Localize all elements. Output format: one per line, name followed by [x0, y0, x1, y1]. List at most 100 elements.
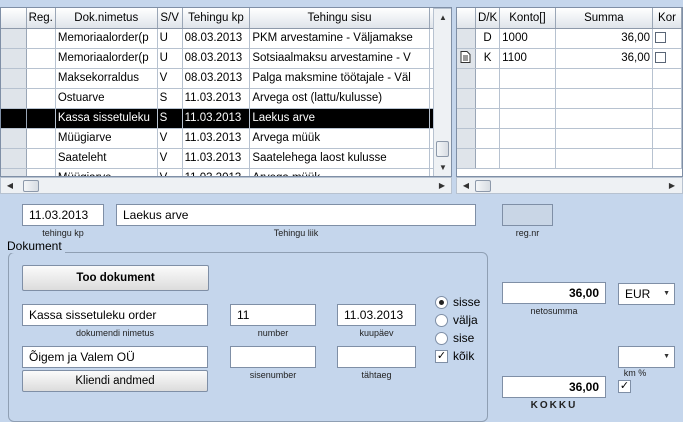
col-header-date[interactable]: Tehingu kp [182, 8, 251, 29]
scroll-right-icon[interactable]: ▶ [435, 179, 449, 193]
transaction-date-field[interactable]: 11.03.2013 [22, 204, 104, 226]
cell-sv[interactable]: V [157, 68, 183, 89]
cell-content[interactable]: Arvega ost (lattu/kulusse) [249, 88, 430, 109]
row-indicator[interactable] [1, 128, 27, 149]
scroll-left-icon[interactable]: ◀ [3, 179, 17, 193]
cell-reg[interactable] [26, 128, 56, 149]
client-field[interactable]: Õigem ja Valem OÜ [22, 346, 208, 368]
col-header-kor[interactable]: Kor [652, 8, 682, 29]
scroll-down-icon[interactable]: ▼ [436, 161, 450, 175]
transaction-type-field[interactable]: Laekus arve [116, 204, 476, 226]
entries-hscroll-thumb[interactable] [475, 180, 491, 192]
table-row[interactable]: MüügiarveV11.03.2013Arvega müük [1, 128, 451, 149]
row-indicator[interactable] [1, 168, 27, 176]
row-indicator[interactable] [1, 108, 27, 129]
all-checkbox[interactable]: ✓ [435, 350, 448, 363]
col-header-reg[interactable]: Reg. [26, 8, 56, 29]
transactions-vscroll[interactable]: ▲ ▼ [433, 8, 451, 176]
cell-dk[interactable]: D [475, 28, 501, 49]
transactions-grid[interactable]: Reg. Dok.nimetus S/V Tehingu kp Tehingu … [0, 7, 452, 177]
cell-sv[interactable]: V [157, 128, 183, 149]
table-row[interactable]: MüügiarveV11.03.2013Arvega müük [1, 168, 451, 176]
cell-doc-name[interactable]: Saateleht [55, 148, 158, 169]
col-header-amount[interactable]: Summa [555, 8, 653, 29]
radio-sise[interactable] [435, 332, 448, 345]
cell-reg[interactable] [26, 88, 56, 109]
due-date-field[interactable] [337, 346, 416, 368]
kor-checkbox[interactable] [654, 32, 666, 44]
table-row[interactable]: Saateleht V 11.03.2013 Saatelehega laost ku… [1, 148, 451, 169]
cell-date[interactable]: 11.03.2013 [182, 128, 251, 149]
row-indicator[interactable] [457, 28, 476, 49]
chevron-down-icon[interactable]: ▼ [663, 353, 670, 360]
cell-date[interactable]: 08.03.2013 [182, 28, 251, 49]
cell-doc-name[interactable]: Müügiarve [55, 128, 158, 149]
regnr-field[interactable] [502, 204, 553, 226]
cell-date[interactable]: 08.03.2013 [182, 48, 251, 69]
cell-content[interactable]: Arvega müük [249, 128, 430, 149]
cell-content[interactable]: Palga maksmine töötajale - Väl [249, 68, 430, 89]
col-header-doc-name[interactable]: Dok.nimetus [55, 8, 158, 29]
entries-grid[interactable]: D/K Konto[] Summa Kor D 1000 36,00 K 1100 36,… [456, 7, 683, 177]
cell-kor[interactable] [652, 48, 682, 69]
table-row[interactable]: D 1000 36,00 [457, 28, 682, 49]
col-header-content[interactable]: Tehingu sisu [249, 8, 430, 29]
total-amount-field[interactable]: 36,00 [502, 376, 606, 398]
cell-date[interactable]: 11.03.2013 [182, 88, 251, 109]
cell-sv[interactable]: S [157, 88, 183, 109]
cell-date[interactable]: 11.03.2013 [182, 108, 251, 129]
cell-kor[interactable] [652, 28, 682, 49]
col-header-sv[interactable]: S/V [157, 8, 183, 29]
transactions-hscroll-bar[interactable]: ◀ ▶ [0, 177, 452, 194]
cell-amount[interactable]: 36,00 [555, 28, 653, 49]
cell-reg[interactable] [26, 28, 56, 49]
cell-reg[interactable] [26, 148, 56, 169]
cell-doc-name[interactable]: Müügiarve [55, 168, 158, 176]
cell-sv[interactable]: S [157, 108, 183, 129]
document-number-field[interactable]: 11 [230, 304, 316, 326]
cell-account[interactable]: 1000 [499, 28, 556, 49]
vat-dropdown[interactable]: ▼ [618, 346, 675, 368]
cell-content[interactable]: Arvega müük [249, 168, 430, 176]
scroll-left-icon[interactable]: ◀ [459, 179, 473, 193]
row-indicator[interactable] [1, 148, 27, 169]
cell-sv[interactable]: V [157, 168, 183, 176]
document-name-field[interactable]: Kassa sissetuleku order [22, 304, 208, 326]
cell-content[interactable]: Laekus arve [249, 108, 430, 129]
cell-date[interactable]: 08.03.2013 [182, 68, 251, 89]
cell-amount[interactable]: 36,00 [555, 48, 653, 69]
col-header-account[interactable]: Konto[] [499, 8, 556, 29]
table-row[interactable]: K 1100 36,00 [457, 48, 682, 69]
chevron-down-icon[interactable]: ▼ [663, 290, 670, 297]
cell-sv[interactable]: U [157, 28, 183, 49]
document-date-field[interactable]: 11.03.2013 [337, 304, 416, 326]
cell-reg[interactable] [26, 168, 56, 176]
cell-content[interactable]: Sotsiaalmaksu arvestamine - V [249, 48, 430, 69]
row-indicator[interactable] [457, 48, 476, 69]
scroll-up-icon[interactable]: ▲ [436, 11, 450, 25]
entries-hscroll[interactable]: ◀ ▶ [456, 177, 683, 194]
radio-sisse[interactable] [435, 296, 448, 309]
load-document-button[interactable]: Too dokument [22, 265, 209, 291]
client-details-button[interactable]: Kliendi andmed [22, 370, 208, 392]
cell-content[interactable]: PKM arvestamine - Väljamakse [249, 28, 430, 49]
table-row[interactable]: Kassa sissetuleku S 11.03.2013 Laekus arve [1, 108, 451, 129]
table-row[interactable]: Maksekorraldus V 08.03.2013 Palga maksmine … [1, 68, 451, 89]
cell-date[interactable]: 11.03.2013 [182, 148, 251, 169]
currency-dropdown[interactable]: EUR ▼ [618, 283, 675, 305]
kor-checkbox[interactable] [654, 52, 666, 64]
row-indicator[interactable] [1, 68, 27, 89]
cell-doc-name[interactable]: Memoriaalorder(p [55, 28, 158, 49]
row-indicator[interactable] [1, 28, 27, 49]
cell-content[interactable]: Saatelehega laost kulusse [249, 148, 430, 169]
col-header-dk[interactable]: D/K [475, 8, 501, 29]
vat-checkbox[interactable]: ✓ [618, 380, 631, 393]
cell-doc-name[interactable]: Memoriaalorder(p [55, 48, 158, 69]
subnumber-field[interactable] [230, 346, 316, 368]
transactions-vscroll-thumb[interactable] [436, 141, 449, 157]
radio-valja[interactable] [435, 314, 448, 327]
cell-reg[interactable] [26, 108, 56, 129]
table-row[interactable]: Ostuarve S 11.03.2013 Arvega ost (lattu/kul… [1, 88, 451, 109]
cell-date[interactable]: 11.03.2013 [182, 168, 251, 176]
cell-reg[interactable] [26, 68, 56, 89]
